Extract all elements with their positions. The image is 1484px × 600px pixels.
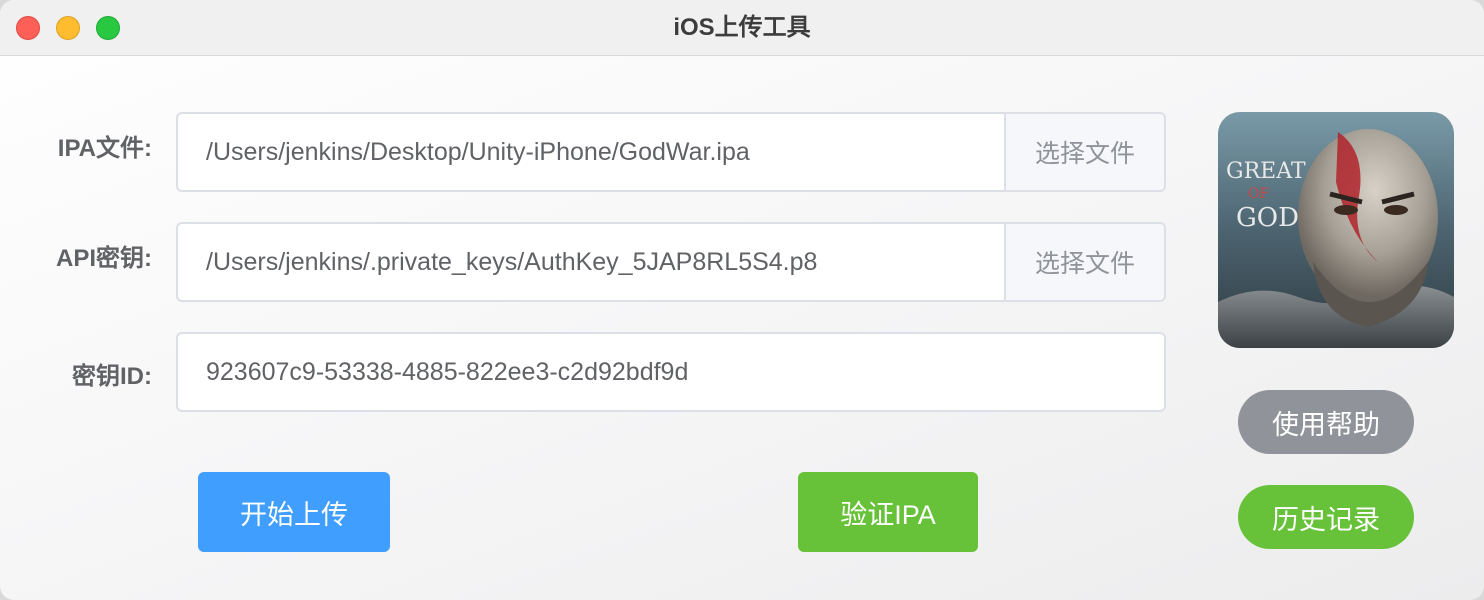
api-key-label: API密钥: (56, 245, 152, 272)
ipa-file-field: 选择文件 (176, 112, 1166, 192)
start-upload-button[interactable]: 开始上传 (198, 472, 390, 552)
svg-text:GREAT: GREAT (1226, 159, 1306, 184)
key-id-field (176, 332, 1166, 412)
history-button[interactable]: 历史记录 (1238, 485, 1414, 549)
window-title: iOS上传工具 (673, 14, 811, 41)
ipa-choose-file-button[interactable]: 选择文件 (1004, 114, 1164, 190)
api-key-input[interactable] (178, 224, 1004, 300)
key-id-label: 密钥ID: (72, 363, 152, 390)
help-button[interactable]: 使用帮助 (1238, 390, 1414, 454)
app-window: iOS上传工具 IPA文件: 选择文件 API密钥: 选择文件 密钥ID: 开始… (0, 0, 1484, 600)
key-id-input[interactable] (178, 334, 1164, 410)
api-choose-file-button[interactable]: 选择文件 (1004, 224, 1164, 300)
ipa-file-input[interactable] (178, 114, 1004, 190)
ipa-file-label: IPA文件: (57, 135, 152, 162)
verify-ipa-button[interactable]: 验证IPA (798, 472, 978, 552)
svg-text:OF: OF (1248, 186, 1269, 202)
api-key-field: 选择文件 (176, 222, 1166, 302)
title-bar: iOS上传工具 (0, 0, 1484, 56)
svg-text:GOD: GOD (1236, 203, 1299, 233)
app-icon-image: GREAT OF GOD (1218, 112, 1454, 348)
